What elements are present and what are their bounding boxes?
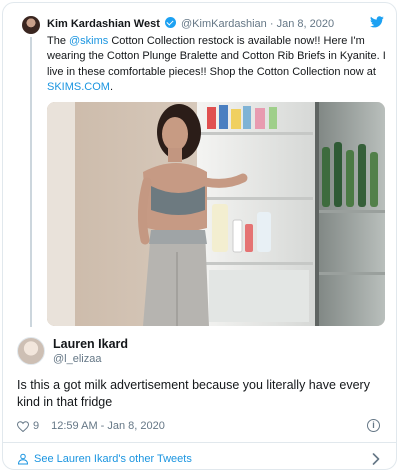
mention-link[interactable]: @skims: [69, 35, 108, 47]
info-icon[interactable]: i: [367, 419, 380, 432]
author-handle[interactable]: @KimKardashian: [181, 18, 267, 30]
verified-badge-icon: [164, 17, 176, 28]
author-avatar[interactable]: [22, 16, 40, 34]
twitter-bird-icon[interactable]: [370, 16, 384, 28]
tweet-date[interactable]: Jan 8, 2020: [277, 18, 335, 30]
reply-tweet-text: Is this a got milk advertisement because…: [17, 378, 370, 409]
parent-tweet[interactable]: Kim Kardashian West @KimKardashian · Jan…: [3, 3, 396, 328]
author-name[interactable]: Kim Kardashian West: [47, 18, 160, 30]
reply-timestamp[interactable]: 12:59 AM - Jan 8, 2020: [51, 420, 165, 432]
website-link[interactable]: SKIMS.COM: [47, 81, 110, 93]
meta-separator: ·: [269, 18, 274, 30]
see-other-tweets-link[interactable]: See Lauren Ikard's other Tweets: [17, 453, 192, 465]
reply-author-avatar[interactable]: [17, 337, 45, 365]
reply-author-handle[interactable]: @l_elizaa: [53, 353, 101, 365]
person-icon: [17, 453, 29, 465]
heart-icon[interactable]: [17, 420, 29, 432]
parent-tweet-text: The @skims Cotton Collection restock is …: [47, 35, 386, 94]
parent-tweet-header: Kim Kardashian West @KimKardashian · Jan…: [47, 17, 334, 30]
see-other-tweets-label[interactable]: See Lauren Ikard's other Tweets: [34, 453, 192, 465]
tweet-photo[interactable]: [47, 102, 385, 326]
photo-illustration: [47, 102, 385, 326]
embedded-tweet-card: Kim Kardashian West @KimKardashian · Jan…: [2, 2, 397, 470]
like-count[interactable]: 9: [33, 420, 39, 432]
chevron-right-icon[interactable]: [372, 453, 380, 465]
footer-divider: [3, 442, 396, 443]
thread-line: [30, 37, 32, 327]
reply-author-name[interactable]: Lauren Ikard: [53, 337, 128, 351]
reply-stats: 9 12:59 AM - Jan 8, 2020: [17, 420, 165, 432]
